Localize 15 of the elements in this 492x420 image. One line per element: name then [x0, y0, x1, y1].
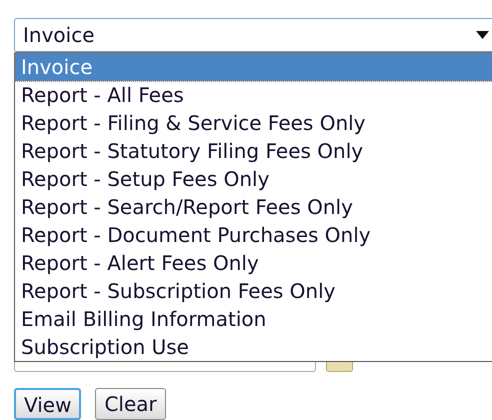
- dropdown-option[interactable]: Subscription Use: [15, 333, 492, 361]
- dropdown-option[interactable]: Report - Alert Fees Only: [15, 249, 492, 277]
- report-type-dropdown[interactable]: Invoice: [14, 18, 492, 52]
- clear-button[interactable]: Clear: [95, 388, 166, 420]
- view-button[interactable]: View: [14, 388, 82, 420]
- dropdown-option[interactable]: Report - Filing & Service Fees Only: [15, 109, 492, 137]
- dropdown-option[interactable]: Email Billing Information: [15, 305, 492, 333]
- dropdown-option[interactable]: Report - All Fees: [15, 81, 492, 109]
- caret-icon: [476, 31, 489, 39]
- dropdown-option[interactable]: Report - Subscription Fees Only: [15, 277, 492, 305]
- dropdown-option[interactable]: Report - Statutory Filing Fees Only: [15, 137, 492, 165]
- dropdown-option[interactable]: Report - Document Purchases Only: [15, 221, 492, 249]
- dropdown-option[interactable]: Report - Search/Report Fees Only: [15, 193, 492, 221]
- dropdown-option[interactable]: Report - Setup Fees Only: [15, 165, 492, 193]
- dropdown-option[interactable]: Invoice: [15, 53, 492, 81]
